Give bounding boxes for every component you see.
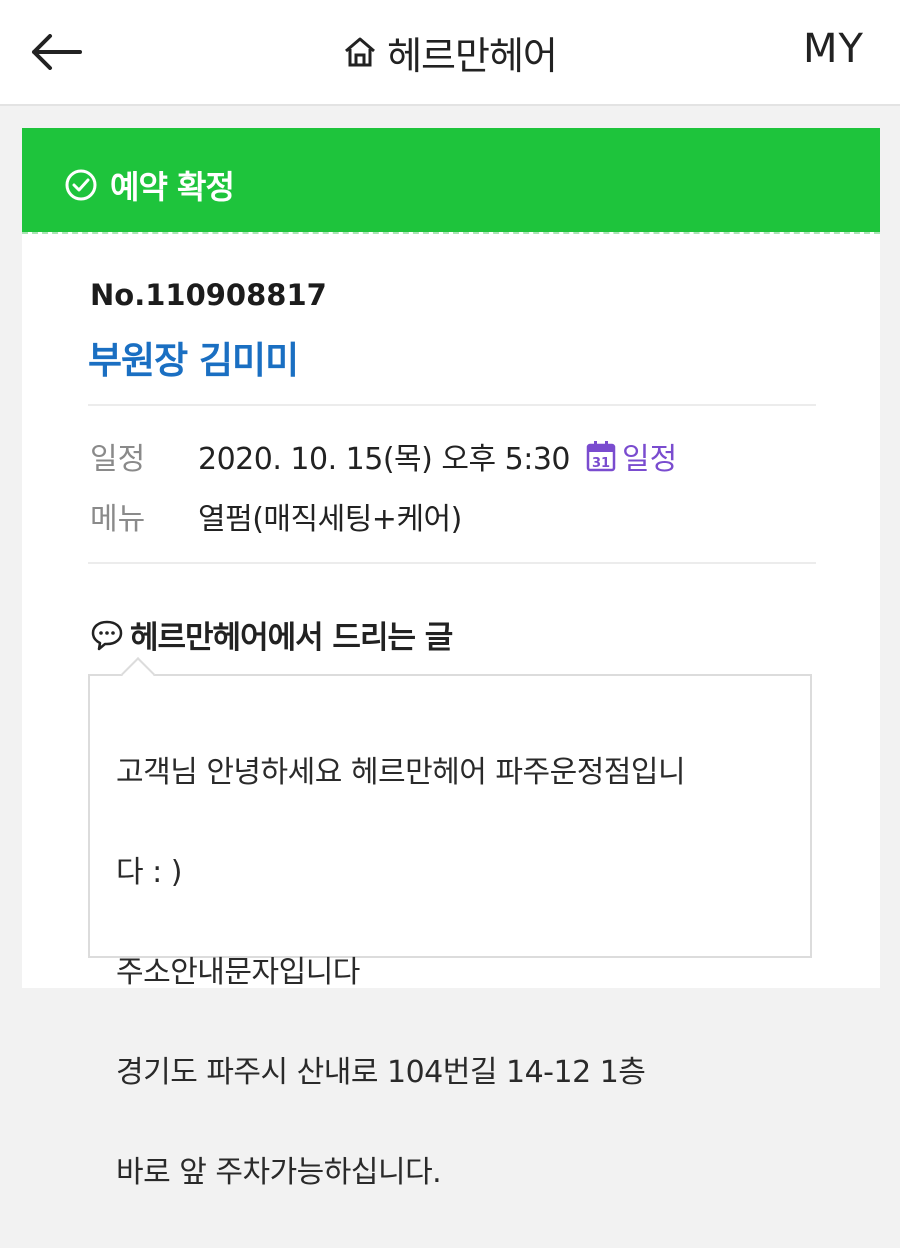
designer-name[interactable]: 부원장 김미미 [88,330,299,384]
message-heading: 헤르만헤어에서 드리는 글 [90,612,453,657]
divider [88,404,816,406]
message-line: 다 : ) [116,855,182,890]
message-box: 고객님 안녕하세요 헤르만헤어 파주운정점입니 다 : ) 주소안내문자입니다 … [88,657,812,1190]
back-arrow-icon [32,34,82,70]
menu-value: 열펌(매직세팅+케어) [198,502,462,537]
status-banner: 예약 확정 [22,128,880,232]
message-box-tail [121,657,155,691]
calendar-icon: 31 [586,441,616,472]
add-to-calendar-link[interactable]: 31 일정 [586,434,677,478]
calendar-icon-day: 31 [592,456,610,471]
title-area: 헤르만헤어 [0,0,900,104]
calendar-link-text[interactable]: 일정 [622,434,677,478]
message-body: 고객님 안녕하세요 헤르만헤어 파주운정점입니 다 : ) 주소안내문자입니다 … [116,698,776,1248]
divider [88,562,816,564]
check-circle-icon [65,169,97,201]
home-icon[interactable] [343,36,377,68]
status-label-group: 예약 확정 [64,162,235,208]
schedule-label: 일정 [90,442,146,477]
menu-row: 메뉴 열펌(매직세팅+케어) [90,494,462,538]
message-heading-text: 헤르만헤어에서 드리는 글 [130,620,453,656]
my-page-button[interactable]: MY [803,26,864,72]
status-text: 예약 확정 [110,168,235,206]
order-number: No.110908817 [90,278,327,312]
banner-divider [22,232,880,234]
speech-bubble-icon [91,620,123,650]
message-line: 경기도 파주시 산내로 104번길 14-12 1층 [116,1055,646,1090]
schedule-value: 2020. 10. 15(목) 오후 5:30 [198,442,571,477]
menu-label: 메뉴 [90,502,146,537]
reservation-card: 예약 확정 No.110908817 부원장 김미미 일정 2020. 10. … [22,128,880,1190]
top-bar: 헤르만헤어 MY [0,0,900,106]
back-button[interactable] [26,24,86,80]
schedule-row: 일정 2020. 10. 15(목) 오후 5:30 31 일정 [90,434,677,478]
message-line: 바로 앞 주차가능하십니다. [116,1155,442,1190]
message-line: 주소안내문자입니다 [116,955,360,990]
page-title[interactable]: 헤르만헤어 [387,25,558,80]
message-line: 고객님 안녕하세요 헤르만헤어 파주운정점입니 [116,755,686,790]
